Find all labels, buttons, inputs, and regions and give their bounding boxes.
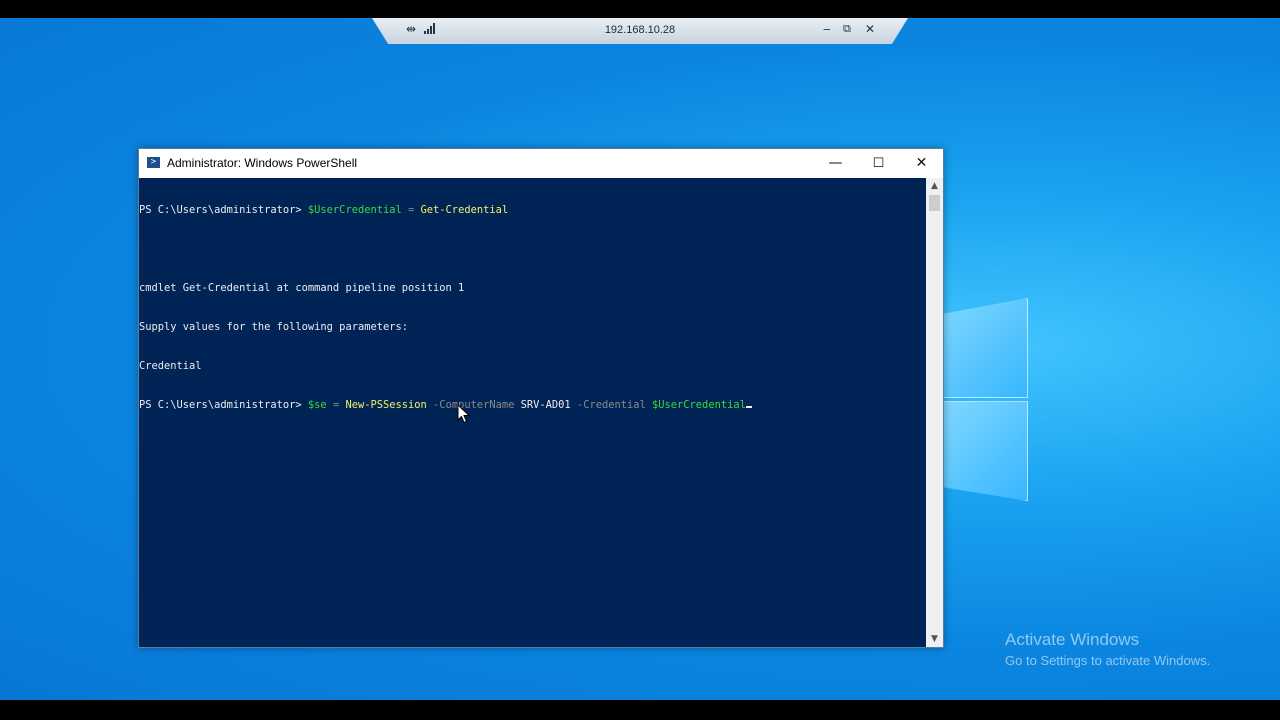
scroll-thumb[interactable] [929,195,940,211]
scroll-down-arrow-icon[interactable]: ▼ [926,631,943,647]
variable-token: $se [307,399,327,411]
parameter-token: -Credential [570,399,653,411]
minimize-button[interactable]: — [814,149,857,178]
letterbox-bar [0,700,1280,720]
vertical-scrollbar[interactable]: ▲ ▼ [926,178,943,647]
text-cursor [745,406,752,408]
close-icon[interactable]: ✕ [865,22,875,36]
powershell-window[interactable]: > Administrator: Windows PowerShell — ☐ … [138,148,944,648]
close-button[interactable]: ✕ [900,149,943,178]
parameter-token: -ComputerName [426,399,521,411]
desktop: Activate Windows Go to Settings to activ… [0,18,1280,700]
console-line: Credential [139,360,202,372]
rdp-connection-bar: ⇹ 192.168.10.28 ‒ ⧉ ✕ [372,18,908,44]
restore-icon[interactable]: ⧉ [843,22,851,36]
command-token: New-PSSession [345,399,427,411]
windows-logo [942,260,1028,501]
command-token: Get-Credential [420,204,509,216]
powershell-app-icon: > [147,157,160,168]
operator-token: = [401,204,421,216]
activate-windows-watermark: Activate Windows Go to Settings to activ… [1005,630,1210,668]
activate-subtitle: Go to Settings to activate Windows. [1005,653,1211,668]
console-input-line[interactable]: PS C:\Users\administrator> $se = New-PSS… [139,399,926,412]
window-titlebar[interactable]: > Administrator: Windows PowerShell — ☐ … [139,149,943,178]
mouse-pointer-icon [457,404,471,424]
maximize-button[interactable]: ☐ [857,149,900,178]
activate-title: Activate Windows [1005,630,1140,649]
variable-token: $UserCredential [652,399,746,411]
argument-token: SRV-AD01 [520,399,571,411]
console-output[interactable]: PS C:\Users\administrator> $UserCredenti… [139,178,926,647]
operator-token: = [326,399,346,411]
prompt: PS C:\Users\administrator> [139,399,308,411]
variable-token: $UserCredential [307,204,402,216]
prompt: PS C:\Users\administrator> [139,204,308,216]
console-line: Supply values for the following paramete… [139,321,408,333]
scroll-up-arrow-icon[interactable]: ▲ [926,178,943,194]
console-line: cmdlet Get-Credential at command pipelin… [139,282,465,294]
minimize-icon[interactable]: ‒ [823,22,831,36]
window-title: Administrator: Windows PowerShell [167,156,358,170]
console-line: PS C:\Users\administrator> $UserCredenti… [139,204,926,217]
